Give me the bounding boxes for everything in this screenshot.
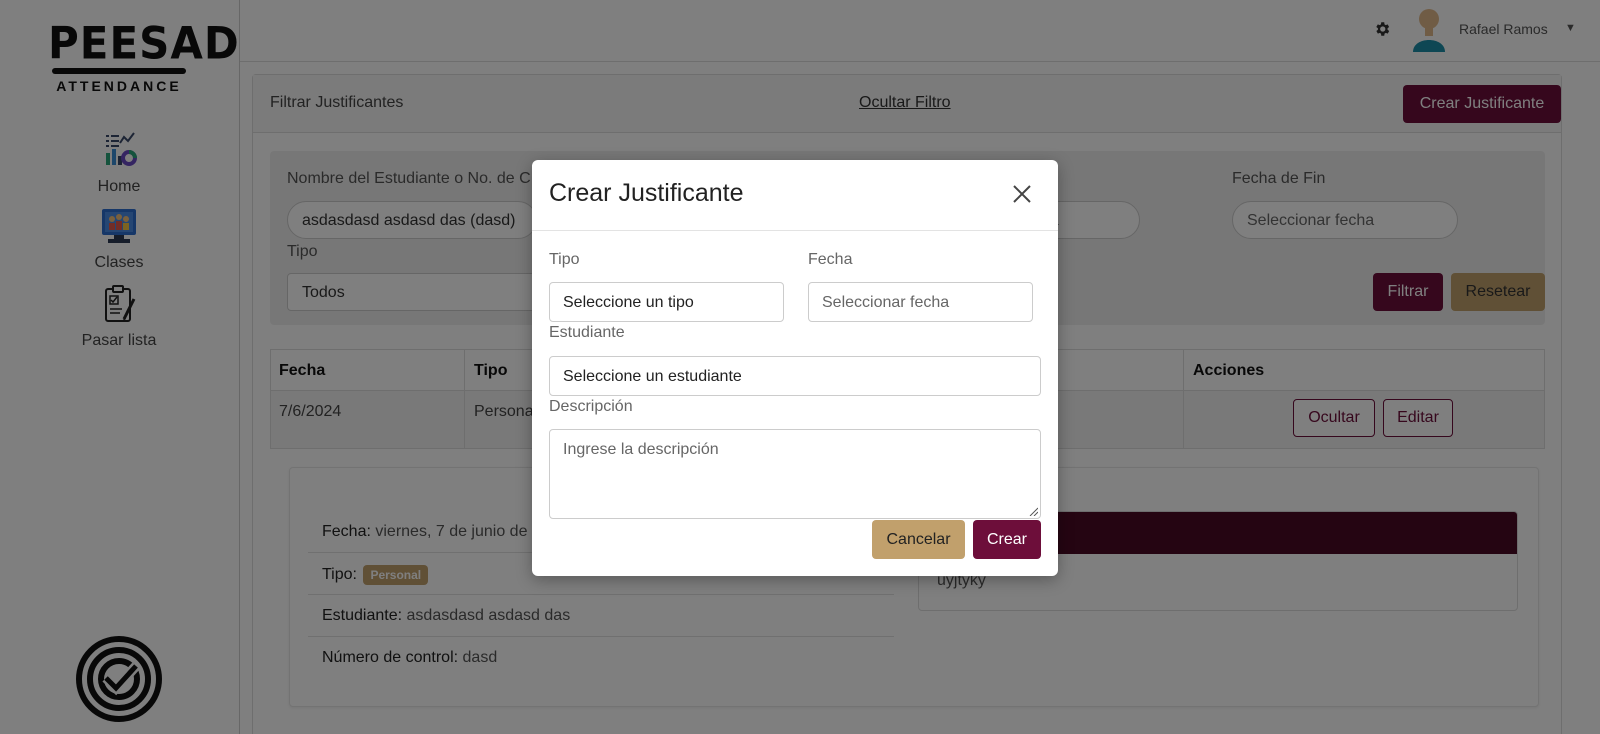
create-button[interactable]: Crear [973,520,1041,559]
fecha-input[interactable]: Seleccionar fecha [808,282,1033,322]
resize-handle-icon[interactable] [1028,506,1038,516]
estudiante-select[interactable]: Seleccione un estudiante [549,356,1041,396]
descripcion-label: Descripción [549,398,633,415]
create-justificante-modal: Crear Justificante Tipo Seleccione un ti… [532,160,1058,576]
modal-title: Crear Justificante [549,179,744,207]
descripcion-placeholder: Ingrese la descripción [563,441,719,458]
cancel-button[interactable]: Cancelar [872,520,965,559]
tipo-select[interactable]: Seleccione un tipo [549,282,784,322]
tipo-label: Tipo [549,251,580,268]
estudiante-label: Estudiante [549,324,625,341]
modal-header: Crear Justificante [532,160,1058,231]
close-icon[interactable] [1010,182,1034,206]
descripcion-textarea[interactable]: Ingrese la descripción [549,429,1041,519]
fecha-label: Fecha [808,251,853,268]
